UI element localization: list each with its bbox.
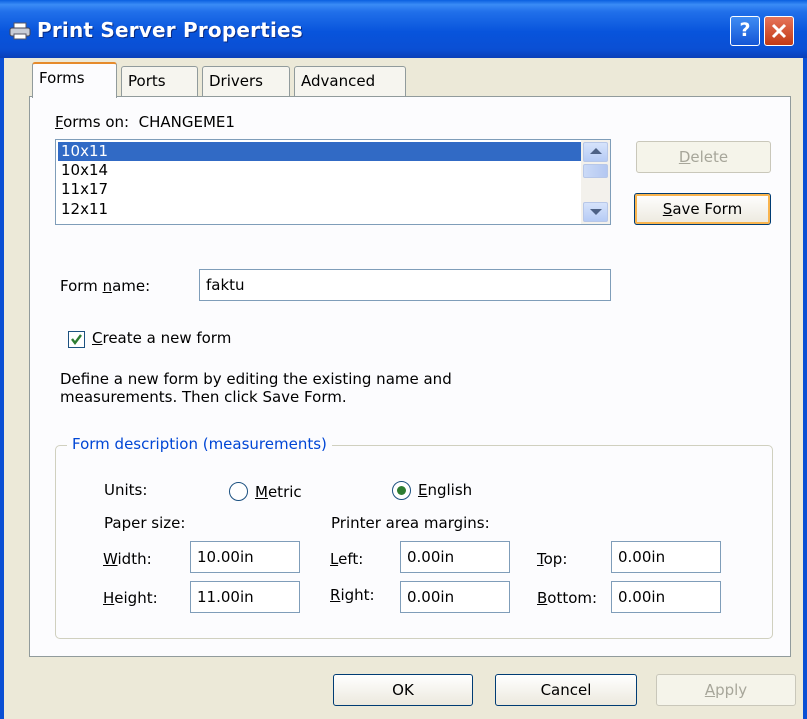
print-server-properties-window: Print Server Properties ? Forms Ports Dr… (0, 0, 807, 719)
left-accel: L (330, 550, 339, 568)
bottom-label-text: ottom: (547, 589, 598, 607)
measurements-group-title: Form description (measurements) (67, 435, 332, 453)
create-new-form-label: Create a new form (92, 329, 231, 347)
create-label-text: reate a new form (102, 329, 232, 347)
width-input[interactable]: 10.00in (190, 541, 300, 573)
forms-on-label: Forms on: CHANGEME1 (55, 113, 235, 131)
english-radio[interactable] (392, 481, 411, 500)
forms-on-accel: F (55, 113, 64, 131)
metric-label-text: etric (267, 483, 302, 501)
right-margin-input[interactable]: 0.00in (400, 581, 510, 613)
description-line-1: Define a new form by editing the existin… (60, 370, 452, 388)
cancel-button[interactable]: Cancel (495, 674, 637, 706)
metric-accel: M (255, 483, 268, 501)
left-label-text: eft: (338, 550, 364, 568)
radio-selected-dot (397, 486, 406, 495)
right-accel: R (330, 586, 341, 604)
list-item[interactable]: 10x11 (58, 142, 585, 161)
bottom-label: Bottom: (537, 589, 597, 607)
ok-button[interactable]: OK (333, 674, 473, 706)
top-margin-input[interactable]: 0.00in (611, 541, 721, 573)
scroll-thumb[interactable] (583, 164, 608, 178)
printer-area-margins-label: Printer area margins: (331, 514, 490, 532)
english-label: English (418, 481, 472, 499)
create-accel: C (92, 329, 103, 347)
list-item[interactable]: 11x17 (58, 180, 585, 199)
top-label-text: op: (543, 550, 568, 568)
apply-button[interactable]: Apply (656, 674, 796, 706)
save-form-button[interactable]: Save Form (634, 193, 771, 225)
english-label-text: nglish (427, 481, 473, 499)
height-label: Height: (103, 589, 158, 607)
forms-on-label-text: orms on: (63, 113, 130, 131)
apply-label: pply (715, 681, 748, 699)
right-label-text: ight: (340, 586, 375, 604)
scroll-down-button[interactable] (583, 202, 608, 222)
left-label: Left: (330, 550, 363, 568)
right-label: Right: (330, 586, 375, 604)
form-name-label: Form name: (60, 277, 150, 295)
list-scrollbar[interactable] (581, 140, 610, 224)
height-input[interactable]: 11.00in (190, 581, 300, 613)
form-name-label-rest: ame: (112, 277, 151, 295)
delete-button[interactable]: Delete (636, 141, 771, 173)
form-name-label-pre: Form (60, 277, 103, 295)
form-name-input[interactable]: faktu (199, 269, 611, 301)
server-name: CHANGEME1 (138, 113, 235, 131)
forms-listbox[interactable]: 10x11 10x14 11x17 12x11 (55, 139, 611, 225)
units-label: Units: (104, 481, 148, 499)
width-label: Width: (103, 550, 152, 568)
save-accel: S (662, 200, 673, 218)
checkmark-icon (71, 334, 82, 345)
width-label-text: idth: (117, 550, 152, 568)
width-accel: W (103, 550, 118, 568)
bottom-accel: B (537, 589, 548, 607)
apply-accel: A (704, 681, 716, 699)
list-item[interactable]: 10x14 (58, 161, 585, 180)
save-label: ave Form (672, 200, 743, 218)
metric-label: Metric (255, 483, 302, 501)
height-label-text: eight: (114, 589, 158, 607)
metric-radio[interactable] (229, 482, 248, 501)
create-new-form-checkbox[interactable] (68, 331, 85, 348)
bottom-margin-input[interactable]: 0.00in (611, 581, 721, 613)
chevron-up-icon (590, 148, 602, 154)
delete-label: elete (690, 148, 729, 166)
scroll-up-button[interactable] (583, 142, 608, 162)
description-line-2: measurements. Then click Save Form. (60, 388, 347, 406)
form-name-accel: n (102, 277, 113, 295)
height-accel: H (103, 589, 115, 607)
left-margin-input[interactable]: 0.00in (400, 541, 510, 573)
delete-accel: D (678, 148, 691, 166)
chevron-down-icon (590, 209, 602, 215)
paper-size-label: Paper size: (104, 514, 186, 532)
top-label: Top: (537, 550, 567, 568)
list-item[interactable]: 12x11 (58, 200, 585, 219)
top-accel: T (537, 550, 544, 568)
